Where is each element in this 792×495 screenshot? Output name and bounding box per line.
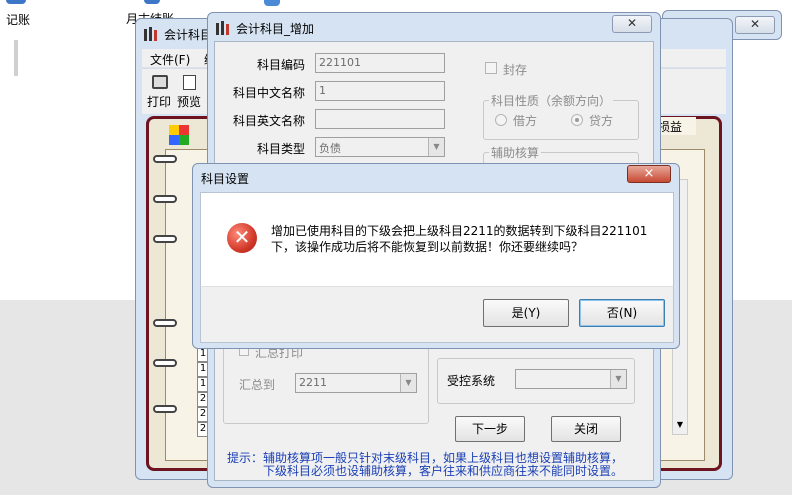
- message-line: 下，该操作成功后将不能恢复到以前数据！你还要继续吗？: [271, 240, 584, 254]
- month-end-icon: [144, 0, 160, 4]
- spiral-ring: [153, 235, 177, 243]
- close-icon[interactable]: ✕: [612, 15, 652, 33]
- close-icon[interactable]: ✕: [735, 16, 775, 34]
- confirm-dialog: 科目设置 × ✕ 增加已使用科目的下级会把上级科目2211的数据转到下级科目22…: [192, 163, 680, 349]
- print-label: 打印: [147, 95, 172, 109]
- chevron-down-icon[interactable]: ▼: [400, 374, 416, 392]
- print-button[interactable]: 打印: [146, 73, 174, 113]
- desktop-icon-jizhang[interactable]: 记账: [0, 0, 40, 28]
- printer-icon: [152, 75, 168, 89]
- spiral-ring: [153, 195, 177, 203]
- cn-name-label: 科目中文名称: [233, 86, 306, 100]
- summary-to-label: 汇总到: [239, 378, 276, 392]
- en-name-field[interactable]: [315, 109, 445, 129]
- message-line: 增加已使用科目的下级会把上级科目2211的数据转到下级科目221101: [271, 224, 648, 238]
- credit-radio[interactable]: [571, 114, 583, 126]
- ledger-icon: [6, 0, 26, 4]
- chevron-down-icon[interactable]: ▼: [610, 370, 626, 388]
- seal-checkbox[interactable]: [485, 62, 497, 74]
- type-label: 科目类型: [257, 142, 306, 156]
- chevron-down-icon[interactable]: ▼: [428, 138, 444, 156]
- dialog-app-icon: [216, 21, 232, 35]
- preview-button[interactable]: 预览: [176, 73, 204, 113]
- summary-to-select[interactable]: 2211 ▼: [295, 373, 417, 393]
- close-button[interactable]: 关闭: [551, 416, 621, 442]
- desktop-arrow-line: [14, 40, 18, 76]
- next-button[interactable]: 下一步: [455, 416, 525, 442]
- controlled-label: 受控系统: [447, 374, 496, 388]
- message-area: ✕ 增加已使用科目的下级会把上级科目2211的数据转到下级科目221101 下，…: [200, 192, 674, 286]
- preview-label: 预览: [177, 95, 202, 109]
- desktop-icon-label: 记账: [6, 13, 31, 27]
- desktop-icon-partial: [264, 0, 280, 6]
- type-select[interactable]: 负债 ▼: [315, 137, 445, 157]
- menu-file[interactable]: 文件(F): [150, 51, 190, 68]
- summary-to-value: 2211: [299, 376, 327, 389]
- type-value: 负债: [319, 142, 341, 155]
- scroll-down-icon[interactable]: ▼: [673, 420, 687, 434]
- aux-group-title: 辅助核算: [489, 144, 542, 161]
- confirm-message: 增加已使用科目的下级会把上级科目2211的数据转到下级科目221101 下，该操…: [271, 223, 671, 255]
- window-title: 会计科目: [164, 28, 213, 42]
- spiral-ring: [153, 319, 177, 327]
- debit-label: 借方: [513, 114, 538, 128]
- close-icon[interactable]: ×: [627, 165, 671, 183]
- app-icon: [144, 27, 160, 41]
- hint-text: 提示：辅助核算项一般只针对末级科目，如果上级科目也想设置辅助核算， 下级科目必须…: [227, 452, 651, 478]
- confirm-title: 科目设置: [201, 172, 250, 186]
- controlled-select[interactable]: ▼: [515, 369, 627, 389]
- nature-group-title: 科目性质（余额方向）: [489, 92, 614, 109]
- no-button[interactable]: 否(N): [579, 299, 665, 327]
- yes-button[interactable]: 是(Y): [483, 299, 569, 327]
- spiral-ring: [153, 359, 177, 367]
- hint-line: 下级科目必须也设辅助核算，客户往来和供应商往来不能同时设置。: [263, 464, 624, 478]
- error-icon: ✕: [227, 223, 257, 253]
- en-name-label: 科目英文名称: [233, 114, 306, 128]
- button-area: 是(Y) 否(N): [200, 286, 674, 343]
- dialog-title: 会计科目_增加: [236, 22, 315, 36]
- preview-icon: [183, 75, 196, 90]
- debit-radio[interactable]: [495, 114, 507, 126]
- code-label: 科目编码: [257, 58, 306, 72]
- seal-label: 封存: [503, 63, 528, 77]
- tab-label: 损益: [658, 120, 683, 134]
- spiral-ring: [153, 155, 177, 163]
- cn-name-field[interactable]: 1: [315, 81, 445, 101]
- color-palette-icon: [169, 125, 189, 145]
- code-field[interactable]: 221101: [315, 53, 445, 73]
- credit-label: 贷方: [589, 114, 614, 128]
- spiral-ring: [153, 405, 177, 413]
